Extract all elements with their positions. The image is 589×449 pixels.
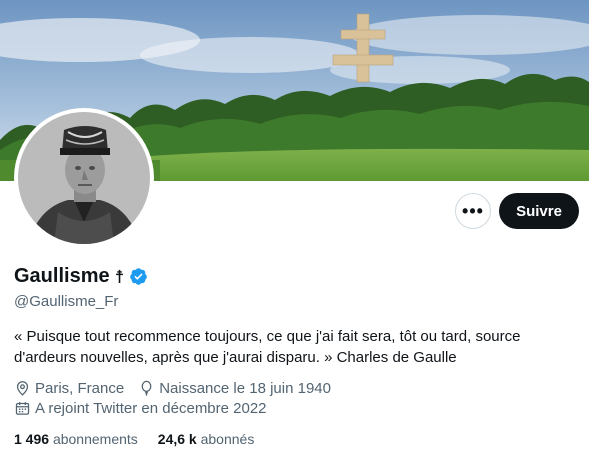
followers-link[interactable]: 24,6 k abonnés bbox=[158, 431, 255, 447]
following-label: abonnements bbox=[52, 431, 138, 447]
display-name: Gaullisme bbox=[14, 265, 110, 287]
calendar-icon bbox=[15, 402, 30, 415]
joined-text: A rejoint Twitter en décembre 2022 bbox=[35, 400, 267, 417]
location-pin-icon bbox=[16, 381, 29, 396]
following-count: 1 496 bbox=[14, 431, 50, 447]
profile-avatar[interactable] bbox=[14, 108, 154, 248]
profile-joined-row: A rejoint Twitter en décembre 2022 bbox=[14, 400, 281, 417]
location-item: Paris, France bbox=[14, 380, 124, 397]
more-icon: ••• bbox=[462, 201, 484, 221]
profile-handle: @Gaullisme_Fr bbox=[14, 293, 119, 310]
birth-item: Naissance le 18 juin 1940 bbox=[138, 380, 331, 397]
joined-item: A rejoint Twitter en décembre 2022 bbox=[14, 400, 267, 417]
birth-text: Naissance le 18 juin 1940 bbox=[159, 380, 331, 397]
profile-stats: 1 496 abonnements 24,6 k abonnés bbox=[14, 431, 254, 447]
followers-label: abonnés bbox=[200, 431, 255, 447]
avatar-photo bbox=[18, 112, 150, 244]
profile-name-row: Gaullisme ☨ bbox=[14, 265, 148, 288]
more-options-button[interactable]: ••• bbox=[455, 193, 491, 229]
verified-badge-icon[interactable] bbox=[129, 267, 148, 286]
location-text: Paris, France bbox=[35, 380, 125, 397]
cross-icon: ☨ bbox=[114, 266, 125, 287]
following-link[interactable]: 1 496 abonnements bbox=[14, 431, 138, 447]
follow-button[interactable]: Suivre bbox=[499, 193, 579, 229]
followers-count: 24,6 k bbox=[157, 431, 197, 447]
profile-meta-row: Paris, France Naissance le 18 juin 1940 bbox=[14, 380, 345, 397]
follow-button-label: Suivre bbox=[516, 202, 562, 220]
balloon-icon bbox=[141, 380, 152, 396]
profile-bio: « Puisque tout recommence toujours, ce q… bbox=[14, 328, 521, 366]
